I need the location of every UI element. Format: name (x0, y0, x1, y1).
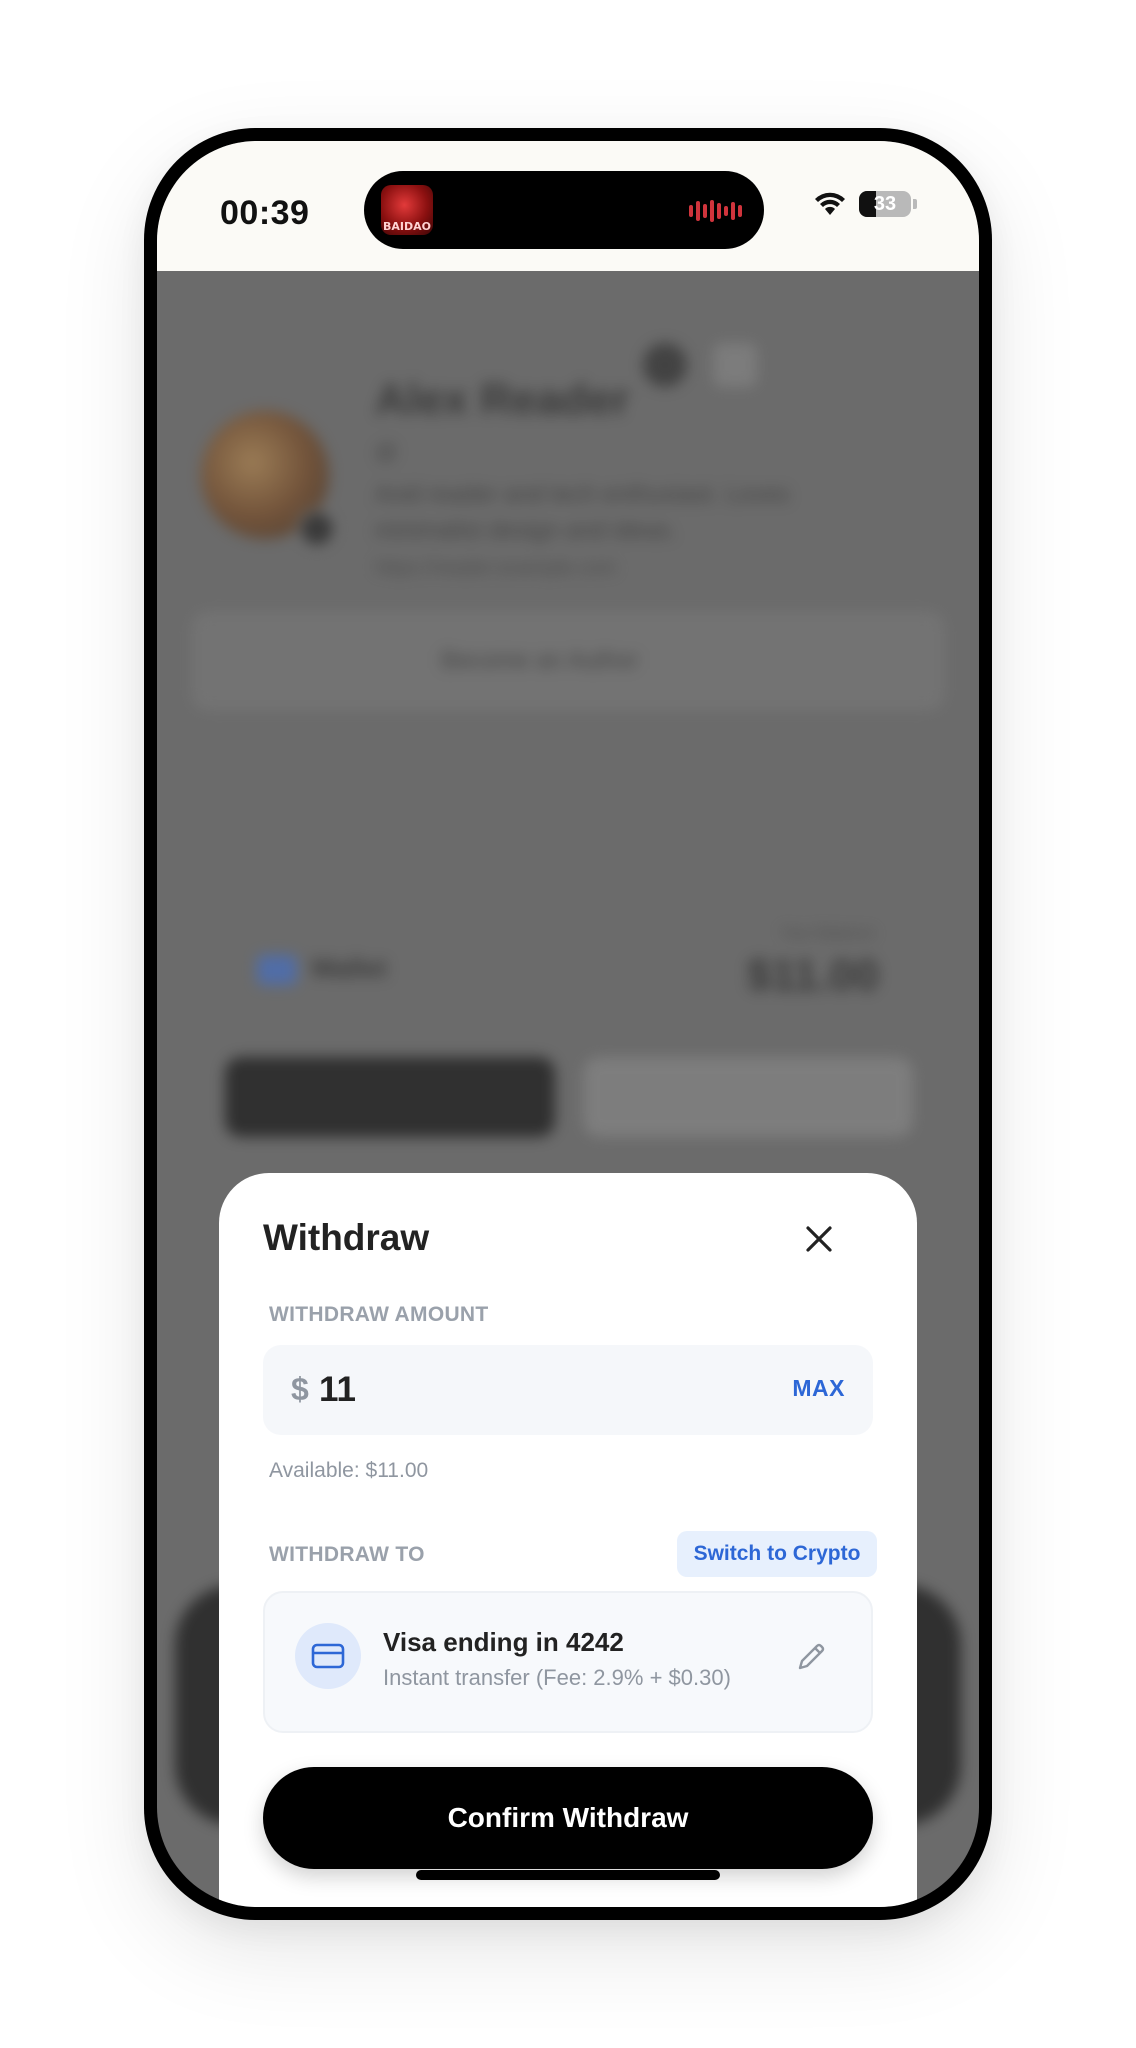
profile-name: Alex Reader (375, 375, 630, 424)
max-button[interactable]: MAX (792, 1375, 845, 1402)
profile-handle: @ (375, 439, 398, 464)
confirm-withdraw-button[interactable]: Confirm Withdraw (263, 1767, 873, 1869)
become-author-label: Become an Author (441, 647, 639, 674)
phone-frame: Alex Reader @ Avid reader and tech enthu… (144, 128, 992, 1920)
available-balance: Available: $11.00 (269, 1459, 429, 1482)
phone-screen: Alex Reader @ Avid reader and tech enthu… (157, 141, 979, 1907)
wallet-label: Wallet (311, 953, 387, 983)
battery-cap (913, 199, 917, 209)
dynamic-island: BAIDAO (364, 171, 764, 249)
payout-method-card[interactable]: Visa ending in 4242 Instant transfer (Fe… (263, 1591, 873, 1733)
battery-percentage: 33 (873, 192, 897, 215)
sheet-title: Withdraw (263, 1217, 430, 1258)
close-icon (806, 1226, 832, 1252)
become-author-card: Become an Author (191, 611, 945, 711)
settings-icon (643, 343, 687, 387)
menu-icon (713, 343, 757, 387)
now-playing-app-icon: BAIDAO (381, 185, 433, 235)
close-button[interactable] (797, 1217, 841, 1261)
profile-link: https://reader.example.com (375, 557, 617, 579)
profile-bio: Avid reader and tech enthusiast. Loves m… (375, 481, 790, 544)
switch-to-crypto-button[interactable]: Switch to Crypto (677, 1531, 877, 1577)
payout-method-title: Visa ending in 4242 (383, 1627, 624, 1657)
battery-icon: 33 (859, 191, 911, 217)
status-icons: 33 (813, 191, 917, 217)
wallet-balance-caption: Your Balance (780, 925, 875, 942)
status-time: 00:39 (220, 194, 310, 232)
withdraw-sheet: Withdraw WITHDRAW AMOUNT $ MAX Available… (219, 1173, 917, 1907)
amount-input[interactable] (319, 1363, 719, 1417)
wallet-icon (257, 955, 297, 985)
withdraw-to-label: WITHDRAW TO (269, 1543, 425, 1566)
wallet-balance: $11.00 (746, 951, 879, 1000)
credit-card-icon (295, 1623, 361, 1689)
topup-button (225, 1057, 555, 1137)
status-bar: 00:39 BAIDAO 33 (157, 141, 979, 271)
home-indicator (416, 1870, 720, 1880)
amount-field[interactable]: $ MAX (263, 1345, 873, 1435)
avatar-badge (297, 509, 337, 549)
pencil-icon (798, 1643, 825, 1670)
wifi-icon (815, 192, 845, 215)
withdraw-button (583, 1057, 913, 1137)
audio-waveform-icon (689, 199, 742, 223)
currency-symbol: $ (291, 1371, 309, 1407)
edit-method-button[interactable] (789, 1635, 833, 1679)
app-icon-label: BAIDAO (383, 220, 431, 233)
payout-method-subtitle: Instant transfer (Fee: 2.9% + $0.30) (383, 1665, 731, 1690)
withdraw-amount-label: WITHDRAW AMOUNT (269, 1303, 489, 1326)
